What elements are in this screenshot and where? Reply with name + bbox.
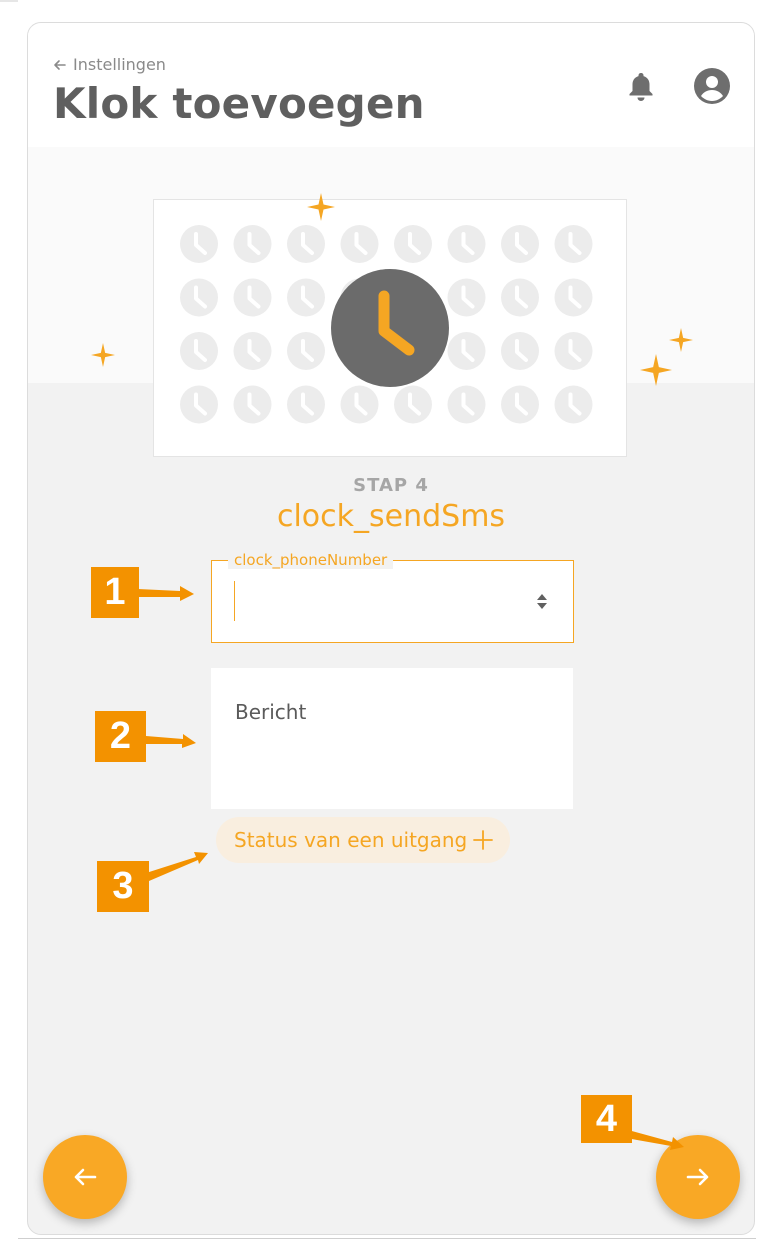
sparkle-icon xyxy=(640,354,672,386)
pattern-clock-icon xyxy=(554,225,593,263)
status-chip-label: Status van een uitgang xyxy=(234,828,468,852)
pattern-clock-icon xyxy=(554,332,593,370)
breadcrumb-back-link[interactable]: Instellingen xyxy=(53,55,166,74)
pattern-clock-icon xyxy=(340,225,379,263)
page-title: Klok toevoegen xyxy=(53,79,425,128)
phone-number-field[interactable]: clock_phoneNumber xyxy=(211,551,574,643)
clock-pattern-graphic xyxy=(180,225,593,424)
pattern-clock-icon xyxy=(340,385,379,424)
app-window: Instellingen Klok toevoegen STAP 4 clock… xyxy=(27,22,755,1235)
message-textarea[interactable]: Bericht xyxy=(211,668,573,809)
window-edge xyxy=(0,0,18,2)
pattern-clock-icon xyxy=(180,385,218,424)
sparkle-icon xyxy=(669,328,693,352)
pattern-clock-icon xyxy=(447,385,486,424)
pattern-clock-icon xyxy=(233,385,272,424)
pattern-clock-icon xyxy=(447,278,486,317)
sparkle-icon xyxy=(307,193,335,221)
breadcrumb-label: Instellingen xyxy=(73,55,166,74)
callout-badge-2: 2 xyxy=(95,711,146,762)
pattern-clock-icon xyxy=(447,332,486,370)
pattern-clock-icon xyxy=(233,332,272,370)
pattern-clock-icon xyxy=(180,278,218,317)
pattern-clock-icon xyxy=(501,278,539,317)
next-button[interactable] xyxy=(656,1135,740,1219)
message-placeholder: Bericht xyxy=(235,700,307,724)
phone-number-label: clock_phoneNumber xyxy=(228,551,394,569)
callout-badge-3: 3 xyxy=(97,861,149,912)
main-clock-icon xyxy=(331,269,449,387)
add-output-status-button[interactable]: Status van een uitgang xyxy=(216,817,510,863)
pattern-clock-icon xyxy=(501,385,539,424)
arrow-right-icon xyxy=(686,1168,709,1186)
page-header: Instellingen Klok toevoegen xyxy=(28,23,754,147)
pattern-clock-icon xyxy=(501,332,539,370)
callout-badge-1: 1 xyxy=(91,567,139,618)
window-bottom-edge xyxy=(18,1238,756,1239)
step-title: clock_sendSms xyxy=(276,499,506,534)
phone-number-input[interactable] xyxy=(234,581,514,621)
pattern-clock-icon xyxy=(233,278,272,317)
pattern-clock-icon xyxy=(501,225,539,263)
pattern-clock-icon xyxy=(287,385,325,424)
pattern-clock-icon xyxy=(287,225,325,263)
back-button[interactable] xyxy=(43,1135,127,1219)
clock-illustration xyxy=(153,199,627,457)
pattern-clock-icon xyxy=(554,385,593,424)
bell-icon[interactable] xyxy=(622,67,660,105)
step-label: STAP 4 xyxy=(353,475,429,496)
callout-badge-4: 4 xyxy=(581,1095,632,1143)
pattern-clock-icon xyxy=(233,225,272,263)
account-circle-icon[interactable] xyxy=(693,67,731,105)
pattern-clock-icon xyxy=(447,225,486,263)
arrow-left-icon xyxy=(54,59,66,70)
plus-icon xyxy=(473,830,493,850)
spinner-up-icon[interactable] xyxy=(537,593,547,600)
pattern-clock-icon xyxy=(394,385,432,424)
number-spinner[interactable] xyxy=(535,587,549,615)
arrow-left-icon xyxy=(74,1168,97,1186)
pattern-clock-icon xyxy=(287,332,325,370)
pattern-clock-icon xyxy=(287,278,325,317)
pattern-clock-icon xyxy=(394,225,432,263)
pattern-clock-icon xyxy=(180,225,218,263)
spinner-down-icon[interactable] xyxy=(537,602,547,609)
sparkle-icon xyxy=(91,343,115,367)
pattern-clock-icon xyxy=(180,332,218,370)
pattern-clock-icon xyxy=(554,278,593,317)
